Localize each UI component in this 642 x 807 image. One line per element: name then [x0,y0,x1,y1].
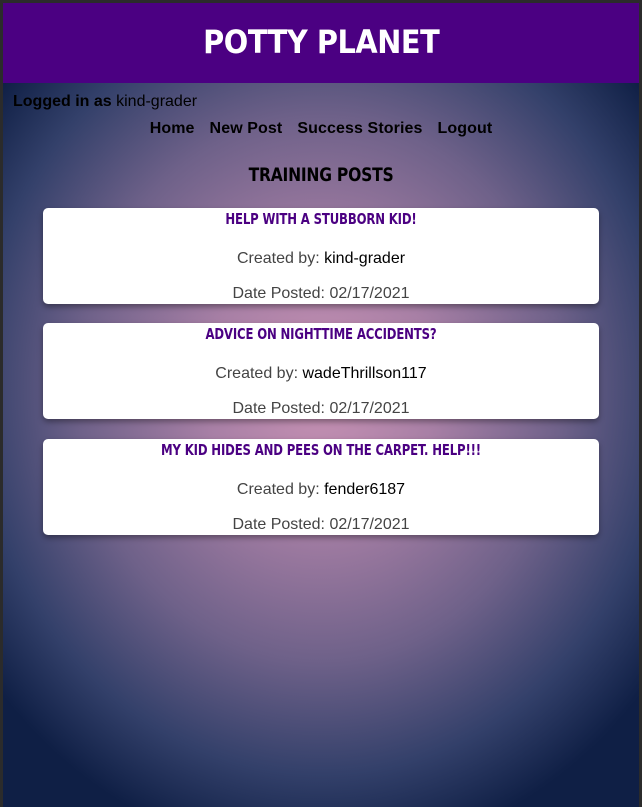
login-prefix: Logged in as [13,93,112,110]
post-card[interactable]: Advice on nighttime accidents? Created b… [43,323,599,419]
nav-new-post-link[interactable]: New Post [210,120,283,138]
login-status: Logged in as kind-grader [13,93,197,111]
site-title: Potty Planet [202,23,440,61]
post-date-value: 02/17/2021 [329,516,410,533]
post-title[interactable]: Advice on nighttime accidents? [104,325,538,343]
post-title[interactable]: Help with a stubborn kid! [104,210,538,228]
post-author: Created by: wadeThrillson117 [43,365,599,383]
post-date-label: Date Posted: [232,285,325,302]
post-author: Created by: kind-grader [43,250,599,268]
post-date: Date Posted: 02/17/2021 [43,400,599,418]
post-author-label: Created by: [215,365,299,382]
post-date-label: Date Posted: [232,516,325,533]
post-author-name: fender6187 [324,481,406,498]
post-author-label: Created by: [236,250,320,267]
post-title[interactable]: My kid hides and pees on the carpet. Hel… [104,441,538,459]
post-author-name: kind-grader [324,250,406,267]
section-title: Training Posts [248,164,394,186]
nav-success-stories-link[interactable]: Success Stories [297,120,422,138]
post-date-value: 02/17/2021 [329,285,410,302]
nav-home-link[interactable]: Home [150,120,195,138]
post-card[interactable]: My kid hides and pees on the carpet. Hel… [43,439,599,535]
nav-logout-link[interactable]: Logout [438,120,493,138]
main-nav: Home New Post Success Stories Logout [3,120,639,138]
site-header: Potty Planet [3,3,639,83]
logged-in-username: kind-grader [116,93,198,110]
post-date: Date Posted: 02/17/2021 [43,516,599,534]
post-author: Created by: fender6187 [43,481,599,499]
post-date-label: Date Posted: [232,400,325,417]
post-author-label: Created by: [236,481,320,498]
post-date: Date Posted: 02/17/2021 [43,285,599,303]
page-frame: Potty Planet Logged in as kind-grader Ho… [3,3,639,807]
post-author-name: wadeThrillson117 [302,365,427,382]
post-date-value: 02/17/2021 [329,400,410,417]
post-card[interactable]: Help with a stubborn kid! Created by: ki… [43,208,599,304]
